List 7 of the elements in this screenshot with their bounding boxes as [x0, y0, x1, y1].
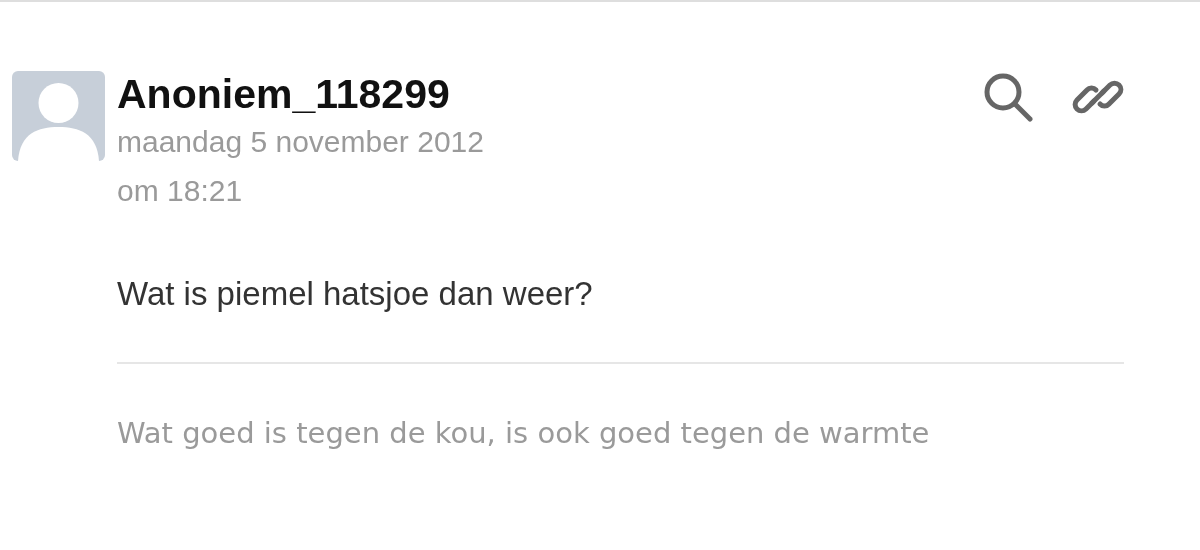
signature-text: Wat goed is tegen de kou, is ook goed tegen de warmte — [117, 416, 931, 450]
search-icon[interactable] — [982, 71, 1034, 123]
avatar-icon — [12, 71, 105, 161]
author-name: Anoniem_118299 — [117, 71, 451, 117]
post-date: maandag 5 november 2012 — [117, 124, 485, 160]
post-message: Wat is piemel hatsjoe dan weer? — [117, 274, 594, 314]
post-time: om 18:21 — [117, 173, 244, 209]
